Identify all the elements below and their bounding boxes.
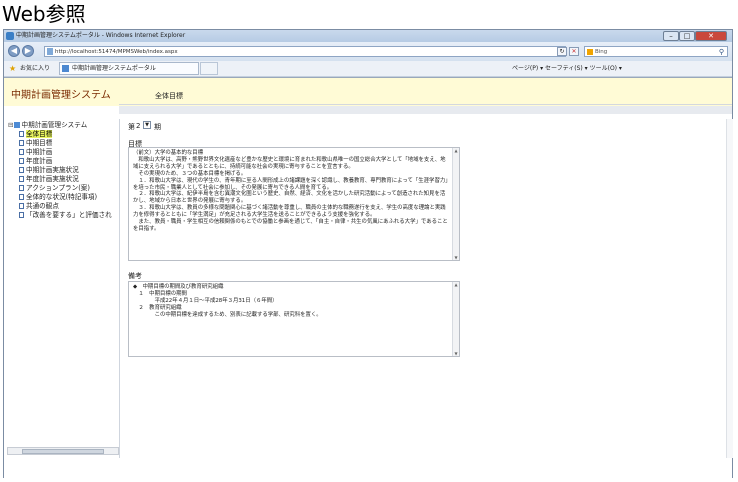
period-value[interactable]: 2 [136,122,140,130]
remarks-scrollbar[interactable]: ▲ ▼ [452,282,459,356]
chevron-down-icon: ▼ [145,122,149,128]
horizontal-scrollbar[interactable] [7,447,119,455]
close-button[interactable]: ✕ [695,31,727,41]
document-icon [19,194,24,200]
tree-item[interactable]: 中期計画 [19,148,52,157]
new-tab-button[interactable] [200,62,218,75]
remarks-label: 備考 [128,272,142,280]
tree-item-label: 共通の観点 [26,202,59,210]
browser-tab[interactable]: 中期計画管理システムポータル [59,62,199,75]
document-icon [19,185,24,191]
tree-item-label: 年度計画 [26,157,53,165]
tree-item-label: 中期計画実施状況 [26,166,79,174]
period-suffix: 期 [154,123,161,131]
goal-text: （前文）大学の基本的な目標 和歌山大学は、高野・熊野世界文化遺産など豊かな歴史と… [133,150,448,232]
minimize-button[interactable]: – [663,31,679,41]
star-icon[interactable]: ★ [9,61,16,76]
remarks-text: ◆ 中期目標の期間及び教育研究組織 １ 中期目標の期間 平成22年４月１日～平成… [133,284,322,318]
scrollbar-thumb[interactable] [22,449,104,454]
back-button[interactable]: ◀ [8,45,20,57]
period-select[interactable]: ▼ [143,121,151,129]
page-heading: Web参照 [2,2,86,26]
document-icon [19,158,24,164]
window-title: 中期計画管理システムポータル - Windows Internet Explor… [16,32,186,39]
tree-item-label: 「改善を要する」と評価され [26,211,112,219]
tab-page-icon [62,65,69,72]
tree-item[interactable]: アクションプラン(案) [19,184,90,193]
bing-icon [587,49,593,55]
stop-icon[interactable]: ✕ [569,47,579,56]
browser-window: 中期計画管理システムポータル - Windows Internet Explor… [3,29,733,478]
tree-item[interactable]: 年度計画実施状況 [19,175,79,184]
search-placeholder: Bing [595,49,608,55]
document-icon [19,212,24,218]
search-icon[interactable]: ⚲ [719,47,724,57]
document-icon [19,149,24,155]
url-text: http://localhost:51474/MPMSWeb/index.asp… [55,49,178,55]
scroll-down-icon[interactable]: ▼ [453,351,459,356]
page-subtitle: 全体目標 [155,92,183,100]
url-input[interactable]: http://localhost:51474/MPMSWeb/index.asp… [44,46,566,57]
tree-item-label: アクションプラン(案) [26,184,90,192]
window-titlebar: 中期計画管理システムポータル - Windows Internet Explor… [4,30,732,42]
favorites-bar: ★ お気に入り 中期計画管理システムポータル ページ(P) ▾ セーフティ(S)… [4,61,732,77]
tree-item[interactable]: 年度計画 [19,157,52,166]
tree-item[interactable]: 中期目標 [19,139,52,148]
period-prefix: 第 [128,123,135,131]
command-bar[interactable]: ページ(P) ▾ セーフティ(S) ▾ ツール(O) ▾ [512,61,622,76]
ie-icon [6,32,14,40]
document-icon [19,203,24,209]
tree-item-label: 全体目標 [26,130,53,138]
tree-item-label: 中期計画 [26,148,53,156]
maximize-button[interactable]: □ [679,31,695,41]
tree-pane: ⊟ 中期計画管理システム 全体目標 中期目標 中期計画 年度計画 中期計画実施状況 年度計画… [4,119,120,458]
tree-item[interactable]: 共通の観点 [19,202,59,211]
system-icon [13,122,20,128]
forward-button[interactable]: ▶ [22,45,34,57]
remarks-textarea[interactable]: ◆ 中期目標の期間及び教育研究組織 １ 中期目標の期間 平成22年４月１日～平成… [128,281,460,357]
favorites-button[interactable]: お気に入り [20,61,50,76]
tree-item[interactable]: 全体目標 [19,130,53,139]
tree-item-label: 中期目標 [26,139,53,147]
tree-root-label: 中期計画管理システム [21,121,88,129]
goal-textarea[interactable]: （前文）大学の基本的な目標 和歌山大学は、高野・熊野世界文化遺産など豊かな歴史と… [128,147,460,261]
document-icon [19,131,24,137]
tree-item-label: 全体的な状況(特記事項) [26,193,98,201]
address-bar: ◀ ▶ http://localhost:51474/MPMSWeb/index… [4,42,732,61]
document-icon [19,167,24,173]
tree-item[interactable]: 「改善を要する」と評価され [19,211,112,220]
refresh-icon[interactable]: ↻ [557,47,567,56]
scroll-down-icon[interactable]: ▼ [453,255,459,260]
tree-item[interactable]: 全体的な状況(特記事項) [19,193,97,202]
document-icon [19,140,24,146]
tree-item-label: 年度計画実施状況 [26,175,79,183]
app-header: 中期計画管理システム [4,78,732,106]
page-content: 中期計画管理システム 全体目標 ⊟ 中期計画管理システム 全体目標 中期目標 中期計画… [4,77,733,478]
app-title: 中期計画管理システム [11,90,111,101]
scroll-up-icon[interactable]: ▲ [453,148,459,153]
tree-root[interactable]: ⊟ 中期計画管理システム [8,121,87,130]
subtitle-rule [119,104,732,105]
document-icon [19,176,24,182]
goal-scrollbar[interactable]: ▲ ▼ [452,148,459,260]
tree-item[interactable]: 中期計画実施状況 [19,166,79,175]
page-icon [47,48,53,55]
scroll-up-icon[interactable]: ▲ [453,282,459,287]
page-vertical-scrollbar[interactable] [726,119,733,458]
tab-title: 中期計画管理システムポータル [72,65,156,72]
search-input[interactable]: Bing ⚲ [584,46,728,57]
